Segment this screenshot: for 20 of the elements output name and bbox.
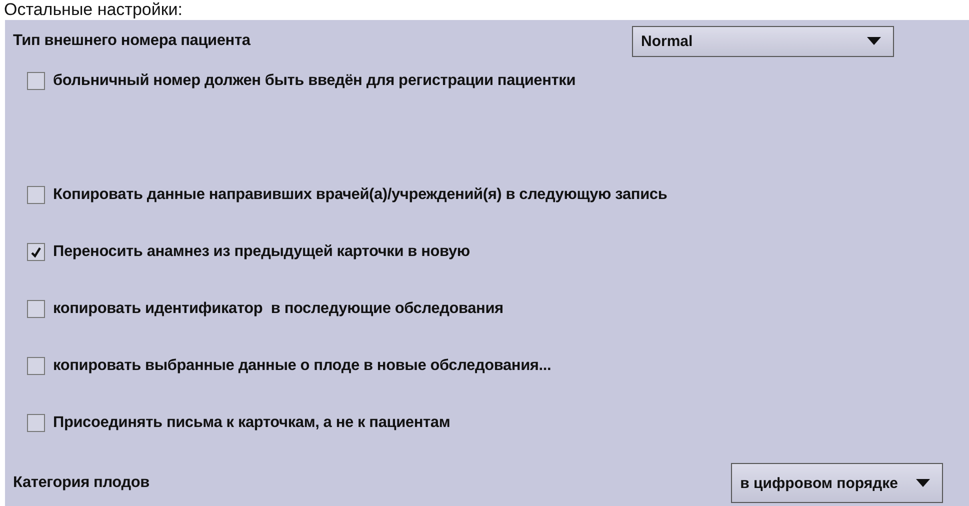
section-title: Остальные настройки: — [3, 0, 184, 20]
check-icon — [29, 244, 43, 258]
dropdown[interactable]: в цифровом порядке — [731, 463, 943, 503]
checkbox-label: Переносить анамнез из предыдущей карточки в новую — [53, 242, 470, 260]
checkbox[interactable] — [27, 356, 45, 374]
checkbox-label: Копировать данные направивших врачей(а)/учреждений(я) в следующую запись — [53, 186, 668, 204]
checkbox[interactable] — [27, 414, 45, 432]
checkbox[interactable] — [27, 242, 45, 260]
dropdown[interactable]: Normal — [632, 26, 894, 56]
checkbox[interactable] — [27, 300, 45, 318]
checkbox-label: копировать идентификатор в последующие обследования — [53, 300, 504, 318]
field-label: Категория плодов — [13, 474, 150, 492]
field-label: Тип внешнего номера пациента — [13, 32, 250, 50]
checkbox[interactable] — [27, 186, 45, 204]
checkbox-label: больничный номер должен быть введён для регистрации пациентки — [53, 72, 576, 90]
caret-icon — [867, 37, 881, 45]
caret-icon — [916, 479, 930, 487]
checkbox-label: копировать выбранные данные о плоде в новые обследования... — [53, 356, 552, 374]
checkbox-label: Присоединять письма к карточкам, а не к пациентам — [53, 414, 450, 432]
checkbox[interactable] — [27, 72, 45, 90]
